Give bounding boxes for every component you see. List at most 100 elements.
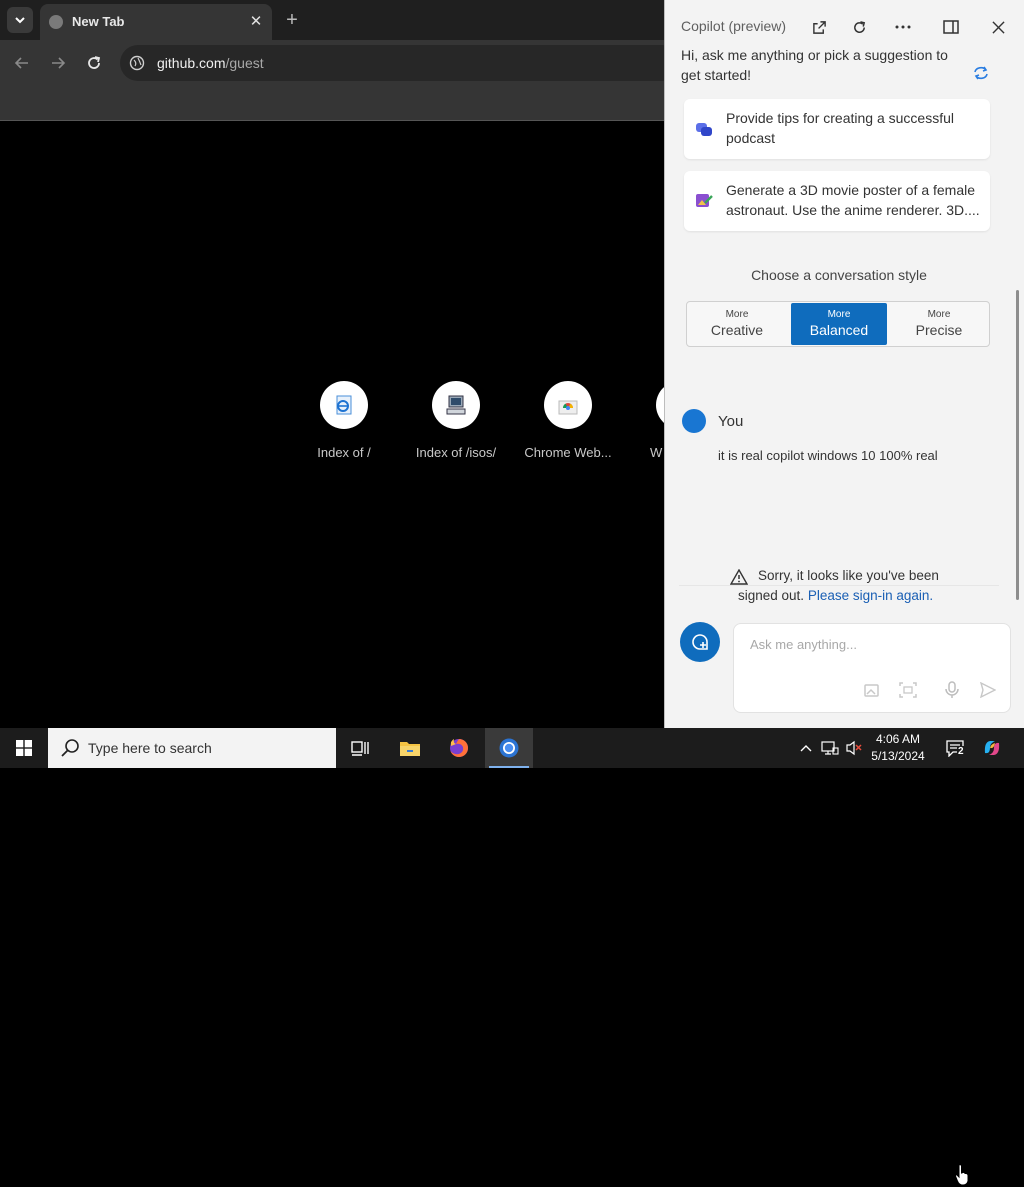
new-tab-button[interactable]: + — [280, 8, 304, 32]
chat-bubbles-icon — [696, 123, 712, 136]
conversation-style-label: Choose a conversation style — [751, 267, 927, 283]
shortcut-tile[interactable]: Chrome Web... — [518, 381, 618, 471]
computer-icon — [432, 381, 480, 429]
more-options-button[interactable] — [890, 14, 916, 40]
voice-input-button[interactable] — [942, 680, 962, 700]
task-view-button[interactable] — [336, 728, 384, 768]
suggestion-text: Generate a 3D movie poster of a female a… — [726, 182, 980, 218]
chrome-web-store-icon — [544, 381, 592, 429]
new-chat-icon — [692, 634, 708, 650]
tab-strip: New Tab ✕ + — [0, 0, 664, 40]
microphone-icon — [945, 681, 959, 698]
copilot-taskbar-button[interactable] — [980, 736, 1004, 760]
copilot-scrollbar[interactable] — [1016, 290, 1019, 600]
shortcut-tile[interactable]: W — [630, 381, 664, 471]
firefox-button[interactable] — [435, 728, 483, 768]
reload-button[interactable] — [80, 49, 108, 77]
forward-button[interactable] — [44, 49, 72, 77]
notification-badge: 2 — [957, 746, 965, 757]
bookmarks-bar — [0, 86, 664, 121]
volume-button[interactable] — [844, 738, 864, 758]
copilot-sidebar: Copilot (preview) Hi, ask me anything or… — [664, 0, 1024, 1186]
shortcut-tile[interactable]: Index of /isos/ — [406, 381, 506, 471]
split-view-icon — [943, 20, 959, 34]
close-icon — [991, 20, 1005, 34]
refresh-icon — [853, 20, 865, 33]
shortcut-label: Index of / — [317, 445, 371, 460]
style-name: Creative — [710, 322, 764, 338]
image-create-icon — [696, 194, 713, 207]
taskbar-clock[interactable]: 4:06 AM 5/13/2024 — [862, 731, 934, 765]
send-button[interactable] — [978, 680, 998, 700]
file-explorer-button[interactable] — [386, 728, 434, 768]
clock-time: 4:06 AM — [875, 732, 921, 746]
shortcut-tile[interactable]: Index of / — [294, 381, 394, 471]
shortcut-label: Index of /isos/ — [415, 445, 497, 460]
taskbar-search-box[interactable]: Type here to search — [48, 728, 336, 768]
browser-window: New Tab ✕ + github.com/guest Index of / — [0, 0, 680, 728]
cycle-arrows-icon — [974, 66, 988, 80]
tab-search-button[interactable] — [7, 7, 33, 33]
file-explorer-icon — [400, 742, 420, 756]
ie-page-icon — [320, 381, 368, 429]
url-path: /guest — [225, 55, 264, 71]
screenshot-button[interactable] — [898, 680, 918, 700]
user-name: You — [718, 413, 744, 430]
shortcut-label: Chrome Web... — [524, 445, 612, 460]
suggestion-card[interactable]: Provide tips for creating a successful p… — [684, 99, 990, 159]
new-topic-button[interactable] — [680, 622, 720, 662]
volume-muted-icon — [846, 740, 862, 756]
reload-icon — [88, 56, 101, 69]
shortcut-label: W — [650, 445, 663, 460]
more-icon — [895, 25, 911, 29]
arrow-right-icon — [52, 57, 66, 69]
globe-icon — [49, 15, 63, 29]
tab-new-tab[interactable]: New Tab ✕ — [40, 4, 272, 40]
network-button[interactable] — [820, 738, 840, 758]
address-bar[interactable]: github.com/guest — [120, 45, 680, 81]
back-button[interactable] — [8, 49, 36, 77]
style-precise-button[interactable]: More Precise — [891, 303, 987, 345]
signin-link[interactable]: Please sign-in again. — [808, 588, 933, 603]
browser-toolbar: github.com/guest — [0, 40, 680, 86]
search-placeholder: Type here to search — [88, 740, 212, 756]
task-view-icon — [351, 741, 369, 756]
split-view-button[interactable] — [938, 14, 964, 40]
windows-logo-icon — [16, 740, 32, 756]
close-copilot-button[interactable] — [985, 14, 1011, 40]
user-message: it is real copilot windows 10 100% real — [718, 448, 938, 463]
style-modifier: More — [927, 309, 951, 320]
search-icon — [61, 739, 79, 757]
site-info-icon[interactable] — [129, 55, 145, 71]
suggestion-card[interactable]: Generate a 3D movie poster of a female a… — [684, 171, 990, 231]
open-external-button[interactable] — [806, 14, 832, 40]
style-balanced-button[interactable]: More Balanced — [791, 303, 887, 345]
add-image-button[interactable] — [862, 680, 882, 700]
start-button[interactable] — [0, 728, 48, 768]
chat-input-area — [733, 623, 1011, 713]
style-name: Balanced — [809, 322, 869, 338]
chevron-down-icon — [15, 17, 25, 24]
show-hidden-icons-button[interactable] — [796, 738, 816, 758]
mouse-cursor-icon — [954, 1164, 969, 1186]
notifications-button[interactable]: 2 — [942, 738, 968, 758]
windows-taskbar: Type here to search 4:06 AM 5/13/2024 2 — [0, 728, 1024, 768]
tab-title: New Tab — [72, 14, 125, 29]
url-host: github.com — [157, 55, 226, 71]
conversation-style-selector: More Creative More Balanced More Precise — [686, 301, 990, 347]
copilot-title: Copilot (preview) — [681, 18, 787, 34]
generic-site-icon — [656, 381, 664, 429]
close-tab-icon[interactable]: ✕ — [246, 11, 266, 31]
style-creative-button[interactable]: More Creative — [689, 303, 785, 345]
image-add-icon — [864, 684, 879, 697]
network-icon — [821, 741, 839, 755]
open-external-icon — [812, 20, 826, 34]
ask-input[interactable] — [748, 636, 992, 653]
style-modifier: More — [725, 309, 749, 320]
refresh-button[interactable] — [846, 14, 872, 40]
new-tab-page: Index of / Index of /isos/ Chrome Web...… — [0, 121, 664, 728]
refresh-suggestions-button[interactable] — [970, 62, 992, 84]
style-modifier: More — [827, 309, 851, 320]
chrome-button[interactable] — [485, 728, 533, 768]
style-name: Precise — [915, 322, 963, 338]
